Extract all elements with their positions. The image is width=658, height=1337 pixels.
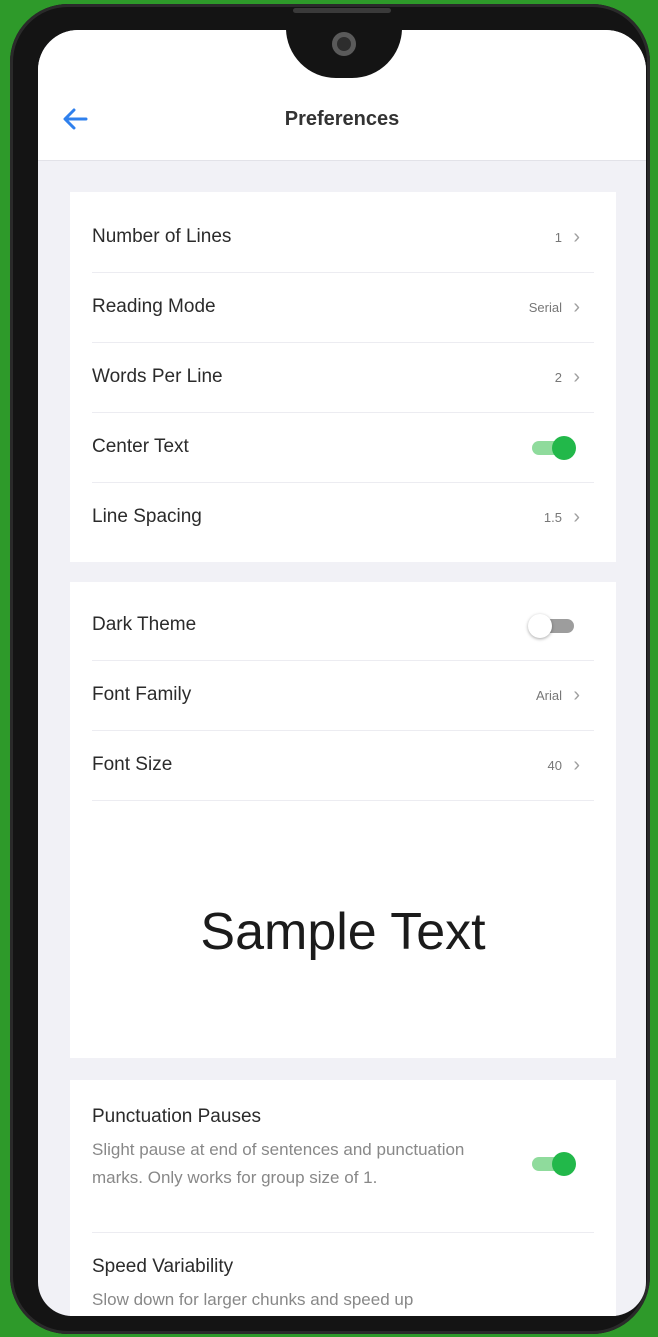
font-family-label: Font Family <box>92 684 192 705</box>
center-text-label: Center Text <box>92 436 189 457</box>
speaker-slot <box>293 8 391 13</box>
reading-mode-value: Serial <box>528 300 562 315</box>
line-spacing-row[interactable]: Line Spacing 1.5 › <box>92 482 594 552</box>
reading-settings-card: Number of Lines 1 › Reading Mode Serial … <box>70 192 616 562</box>
line-spacing-value: 1.5 <box>543 510 562 525</box>
chevron-right-icon: › <box>573 226 580 248</box>
font-size-row[interactable]: Font Size 40 › <box>92 730 594 801</box>
center-text-toggle[interactable] <box>528 436 576 460</box>
front-camera <box>332 32 356 56</box>
punctuation-pauses-toggle[interactable] <box>528 1152 576 1176</box>
chevron-right-icon: › <box>573 366 580 388</box>
words-per-line-row[interactable]: Words Per Line 2 › <box>92 342 594 413</box>
dark-theme-toggle[interactable] <box>528 614 576 638</box>
toggle-knob <box>528 614 552 638</box>
pacing-card: Punctuation Pauses Slight pause at end o… <box>70 1080 616 1316</box>
phone-frame: Preferences Number of Lines 1 › Reading … <box>10 4 650 1334</box>
punctuation-pauses-description: Slight pause at end of sentences and pun… <box>92 1140 465 1187</box>
font-family-value: Arial <box>535 688 562 703</box>
appearance-card: Dark Theme Font Family Arial › Font Size… <box>70 582 616 1058</box>
number-of-lines-value: 1 <box>554 230 562 245</box>
reading-mode-label: Reading Mode <box>92 296 216 317</box>
number-of-lines-row[interactable]: Number of Lines 1 › <box>92 202 594 273</box>
dark-theme-row: Dark Theme <box>92 590 594 661</box>
speed-variability-row: Speed Variability Slow down for larger c… <box>92 1232 594 1316</box>
chevron-right-icon: › <box>573 754 580 776</box>
line-spacing-label: Line Spacing <box>92 506 202 527</box>
font-size-label: Font Size <box>92 754 173 775</box>
punctuation-pauses-label: Punctuation Pauses <box>92 1106 262 1127</box>
speed-variability-description: Slow down for larger chunks and speed up <box>92 1290 414 1309</box>
app-screen: Preferences Number of Lines 1 › Reading … <box>38 30 646 1316</box>
font-size-value: 40 <box>547 758 562 773</box>
toggle-knob <box>552 1152 576 1176</box>
dark-theme-label: Dark Theme <box>92 614 197 635</box>
number-of-lines-label: Number of Lines <box>92 226 232 247</box>
center-text-row: Center Text <box>92 412 594 483</box>
reading-mode-row[interactable]: Reading Mode Serial › <box>92 272 594 343</box>
sample-text-preview: Sample Text <box>200 903 486 961</box>
page-title: Preferences <box>284 108 400 130</box>
toggle-knob <box>552 436 576 460</box>
chevron-right-icon: › <box>573 296 580 318</box>
chevron-right-icon: › <box>573 506 580 528</box>
words-per-line-value: 2 <box>554 370 562 385</box>
font-family-row[interactable]: Font Family Arial › <box>92 660 594 731</box>
speed-variability-label: Speed Variability <box>92 1256 234 1277</box>
punctuation-pauses-row: Punctuation Pauses Slight pause at end o… <box>92 1082 594 1233</box>
chevron-right-icon: › <box>573 684 580 706</box>
words-per-line-label: Words Per Line <box>92 366 223 387</box>
